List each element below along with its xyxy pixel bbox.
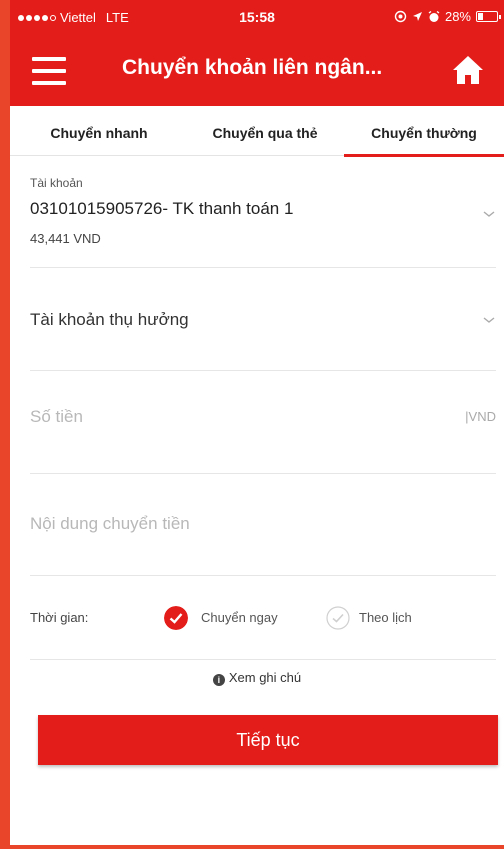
account-label: Tài khoản (30, 176, 83, 190)
home-icon (453, 56, 483, 84)
amount-field[interactable]: Số tiền |VND (30, 371, 496, 474)
view-note-link[interactable]: i Xem ghi chú (10, 670, 504, 686)
option-transfer-now[interactable]: Chuyển ngay (164, 598, 304, 638)
time-label: Thời gian: (30, 610, 89, 625)
hamburger-icon (32, 57, 66, 61)
beneficiary-placeholder: Tài khoản thụ hưởng (30, 310, 189, 329)
unchecked-circle-icon (326, 606, 350, 630)
transfer-time-row: Thời gian: Chuyển ngay Theo lịch (30, 598, 496, 660)
chevron-down-icon (483, 317, 495, 323)
status-bar: Viettel LTE 15:58 28% (10, 0, 504, 36)
option-scheduled-label: Theo lịch (359, 610, 412, 625)
tab-card-transfer[interactable]: Chuyển qua thẻ (190, 106, 340, 156)
battery-percent: 28% (444, 9, 471, 24)
account-value: 03101015905726- TK thanh toán 1 (30, 199, 294, 218)
account-balance: 43,441 VND (30, 231, 101, 246)
location-arrow-icon (412, 12, 422, 21)
app-header: Chuyển khoản liên ngân... (10, 36, 504, 106)
status-icons: 28% (394, 9, 501, 24)
battery-icon (476, 11, 501, 22)
content-placeholder: Nội dung chuyển tiền (30, 514, 190, 533)
chevron-down-icon (483, 211, 495, 217)
source-account-select[interactable]: Tài khoản 03101015905726- TK thanh toán … (30, 176, 496, 268)
alarm-icon (428, 10, 440, 22)
beneficiary-account-select[interactable]: Tài khoản thụ hưởng (30, 268, 496, 371)
tab-quick-transfer[interactable]: Chuyển nhanh (24, 106, 174, 156)
menu-button[interactable] (32, 57, 66, 85)
home-button[interactable] (452, 55, 484, 85)
amount-placeholder: Số tiền (30, 407, 83, 426)
continue-button[interactable]: Tiếp tục (38, 715, 498, 765)
transfer-tabs: Chuyển nhanh Chuyển qua thẻ Chuyển thườn… (10, 106, 504, 157)
option-transfer-now-label: Chuyển ngay (201, 610, 278, 625)
tab-regular-transfer[interactable]: Chuyển thường (344, 106, 504, 157)
info-icon: i (212, 674, 225, 686)
lock-rotation-icon (394, 10, 407, 23)
transfer-content-field[interactable]: Nội dung chuyển tiền (30, 474, 496, 576)
view-note-label: Xem ghi chú (228, 670, 302, 685)
app-frame: Viettel LTE 15:58 28% Chuyển khoản liên … (0, 0, 504, 849)
currency-unit: |VND (465, 409, 496, 424)
checked-circle-icon (164, 606, 188, 630)
option-scheduled[interactable]: Theo lịch (326, 598, 446, 638)
page-title: Chuyển khoản liên ngân... (122, 56, 383, 79)
